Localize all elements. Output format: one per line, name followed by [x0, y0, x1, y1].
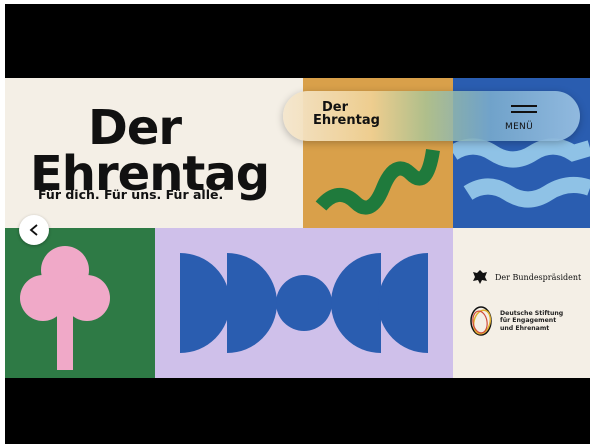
- menu-button[interactable]: MENÜ: [505, 122, 533, 132]
- logo-link[interactable]: Der Ehrentag: [313, 101, 380, 127]
- nav-bar: Der Ehrentag MENÜ: [283, 91, 580, 141]
- stiftung-logo-icon: [470, 306, 492, 336]
- title-line-der: Der: [88, 100, 182, 156]
- partner-bundespraesident[interactable]: Der Bundespräsident: [471, 268, 581, 286]
- federal-eagle-icon: [473, 270, 487, 284]
- hero-subtitle: Für dich. Für uns. Für alle.: [38, 187, 224, 202]
- tree-graphic: [20, 246, 110, 370]
- stiftung-line-3: und Ehrenamt: [500, 324, 550, 332]
- chevron-left-icon: [29, 224, 38, 236]
- green-tree-panel: [5, 228, 155, 378]
- video-frame: Der Ehrentag Für dich. Für uns. Für alle…: [5, 4, 590, 444]
- stiftung-line-1: Deutsche Stiftung: [500, 309, 564, 317]
- back-button[interactable]: [19, 215, 49, 245]
- hero-banner: Der Ehrentag Für dich. Für uns. Für alle…: [5, 78, 590, 378]
- logo-line-ehrentag: Ehrentag: [313, 113, 380, 128]
- partner-stiftung[interactable]: Deutsche Stiftung für Engagement und Ehr…: [468, 304, 563, 338]
- bundespraesident-label: Der Bundespräsident: [495, 272, 582, 282]
- stiftung-line-2: für Engagement: [500, 317, 557, 325]
- stiftung-label: Deutsche Stiftung für Engagement und Ehr…: [500, 310, 563, 332]
- semicircles-graphic: [180, 253, 428, 353]
- lavender-shapes-panel: [155, 228, 453, 378]
- page-title: Der Ehrentag: [30, 100, 270, 197]
- partners-panel: [453, 228, 590, 378]
- hamburger-icon[interactable]: [511, 105, 537, 115]
